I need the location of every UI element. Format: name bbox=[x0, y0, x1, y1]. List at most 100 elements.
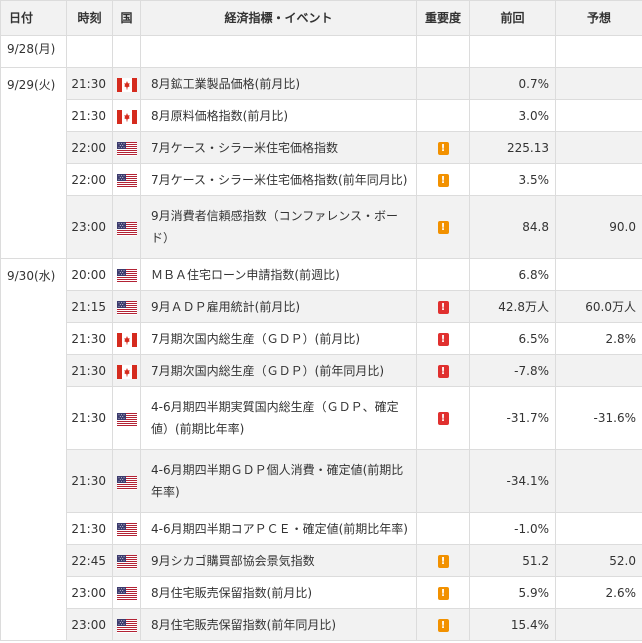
event-cell: 4-6月期四半期ＧＤＰ個人消費・確定値(前期比年率) bbox=[140, 449, 417, 513]
country-cell bbox=[112, 576, 141, 609]
table-row: 9/29(火) 21:30 8月鉱工業製品価格(前月比) 0.7% bbox=[0, 67, 642, 259]
previous-cell: -7.8% bbox=[469, 354, 556, 387]
event-cell: 8月住宅販売保留指数(前月比) bbox=[140, 576, 417, 609]
us-flag-icon bbox=[116, 300, 137, 315]
date-cell: 9/30(水) bbox=[0, 258, 67, 641]
country-cell bbox=[112, 290, 141, 323]
country-cell bbox=[112, 322, 141, 355]
event-cell: ＭＢＡ住宅ローン申請指数(前週比) bbox=[140, 258, 417, 291]
table-row: 21:30 8月原料価格指数(前月比) 3.0% bbox=[1, 99, 642, 132]
country-cell bbox=[112, 354, 141, 387]
country-cell bbox=[112, 99, 141, 132]
importance-medium-icon: ! bbox=[437, 586, 449, 600]
importance-cell: ! bbox=[416, 131, 470, 164]
event-cell: 7月期次国内総生産（ＧＤＰ）(前年同月比) bbox=[140, 354, 417, 387]
event-cell: 7月ケース・シラー米住宅価格指数 bbox=[140, 131, 417, 164]
us-flag-icon bbox=[116, 522, 137, 537]
importance-cell bbox=[416, 512, 470, 545]
us-flag-icon bbox=[116, 554, 137, 569]
economic-calendar-table: 日付 時刻 国 経済指標・イベント 重要度 前回 予想 9/28(月) 9/29… bbox=[0, 0, 642, 641]
country-cell bbox=[112, 131, 141, 164]
us-flag-icon bbox=[116, 618, 137, 633]
header-date: 日付 bbox=[0, 0, 67, 36]
canada-flag-icon bbox=[116, 332, 137, 347]
table-row: 21:30 4-6月期四半期ＧＤＰ個人消費・確定値(前期比年率) -34.1% bbox=[1, 449, 642, 513]
event-cell: 9月シカゴ購買部協会景気指数 bbox=[140, 544, 417, 577]
importance-medium-icon: ! bbox=[437, 554, 449, 568]
time-cell: 21:30 bbox=[66, 67, 113, 100]
country-cell bbox=[112, 608, 141, 641]
date-cell: 9/29(火) bbox=[0, 67, 67, 259]
event-cell: 8月住宅販売保留指数(前年同月比) bbox=[140, 608, 417, 641]
table-row: 22:00 7月ケース・シラー米住宅価格指数(前年同月比) ! 3.5% bbox=[1, 163, 642, 196]
time-cell: 21:15 bbox=[66, 290, 113, 323]
importance-medium-icon: ! bbox=[437, 221, 449, 234]
previous-cell: 6.8% bbox=[469, 258, 556, 291]
time-cell: 20:00 bbox=[66, 258, 113, 291]
country-cell bbox=[112, 386, 141, 450]
importance-cell: ! bbox=[416, 608, 470, 641]
previous-cell: 225.13 bbox=[469, 131, 556, 164]
previous-cell bbox=[469, 35, 556, 68]
forecast-cell: 52.0 bbox=[555, 544, 642, 577]
table-row: 23:00 8月住宅販売保留指数(前年同月比) ! 15.4% bbox=[1, 608, 642, 641]
importance-cell: ! bbox=[416, 354, 470, 387]
previous-cell: 6.5% bbox=[469, 322, 556, 355]
importance-cell: ! bbox=[416, 195, 470, 259]
previous-cell: -34.1% bbox=[469, 449, 556, 513]
forecast-cell: -31.6% bbox=[555, 386, 642, 450]
table-row: 9/30(水) 20:00 ＭＢＡ住宅ローン申請指数(前週比) 6.8% bbox=[0, 258, 642, 641]
time-cell: 23:00 bbox=[66, 576, 113, 609]
previous-cell: 0.7% bbox=[469, 67, 556, 100]
us-flag-icon bbox=[116, 475, 137, 490]
country-cell bbox=[112, 544, 141, 577]
time-cell: 21:30 bbox=[66, 322, 113, 355]
header-event: 経済指標・イベント bbox=[140, 0, 417, 36]
table-row: 23:00 9月消費者信頼感指数（コンファレンス・ボード） ! 84.8 90.… bbox=[1, 195, 642, 259]
previous-cell: 42.8万人 bbox=[469, 290, 556, 323]
date-cell: 9/28(月) bbox=[0, 35, 67, 68]
importance-cell bbox=[416, 99, 470, 132]
us-flag-icon bbox=[116, 586, 137, 601]
event-cell: 8月鉱工業製品価格(前月比) bbox=[140, 67, 417, 100]
forecast-cell bbox=[555, 512, 642, 545]
header-time: 時刻 bbox=[66, 0, 113, 36]
table-row: 21:30 7月期次国内総生産（ＧＤＰ）(前年同月比) ! -7.8% bbox=[1, 354, 642, 387]
canada-flag-icon bbox=[116, 109, 137, 124]
canada-flag-icon bbox=[116, 364, 137, 379]
time-cell: 21:30 bbox=[66, 99, 113, 132]
us-flag-icon bbox=[116, 141, 137, 156]
time-cell: 21:30 bbox=[66, 386, 113, 450]
importance-high-icon: ! bbox=[437, 412, 449, 425]
table-row: 22:00 7月ケース・シラー米住宅価格指数 ! 225.13 bbox=[1, 131, 642, 164]
previous-cell: -31.7% bbox=[469, 386, 556, 450]
event-cell: 4-6月期四半期コアＰＣＥ・確定値(前期比年率) bbox=[140, 512, 417, 545]
table-row: 23:00 8月住宅販売保留指数(前月比) ! 5.9% 2.6% bbox=[1, 576, 642, 609]
table-row: 21:15 9月ＡＤＰ雇用統計(前月比) ! 42.8万人 60.0万人 bbox=[1, 290, 642, 323]
importance-cell: ! bbox=[416, 290, 470, 323]
table-row: 21:30 7月期次国内総生産（ＧＤＰ）(前月比) ! 6.5% 2.8% bbox=[1, 322, 642, 355]
country-cell bbox=[112, 35, 141, 68]
importance-cell: ! bbox=[416, 163, 470, 196]
time-cell: 23:00 bbox=[66, 195, 113, 259]
forecast-cell: 2.6% bbox=[555, 576, 642, 609]
us-flag-icon bbox=[116, 173, 137, 188]
previous-cell: -1.0% bbox=[469, 512, 556, 545]
time-cell: 22:45 bbox=[66, 544, 113, 577]
importance-high-icon: ! bbox=[437, 300, 449, 314]
importance-medium-icon: ! bbox=[437, 173, 449, 187]
importance-medium-icon: ! bbox=[437, 618, 449, 632]
forecast-cell bbox=[555, 354, 642, 387]
forecast-cell: 90.0 bbox=[555, 195, 642, 259]
time-cell bbox=[66, 35, 113, 68]
us-flag-icon bbox=[116, 221, 137, 236]
forecast-cell bbox=[555, 449, 642, 513]
country-cell bbox=[112, 163, 141, 196]
time-cell: 21:30 bbox=[66, 449, 113, 513]
time-cell: 23:00 bbox=[66, 608, 113, 641]
event-cell: 9月消費者信頼感指数（コンファレンス・ボード） bbox=[140, 195, 417, 259]
previous-cell: 5.9% bbox=[469, 576, 556, 609]
forecast-cell: 2.8% bbox=[555, 322, 642, 355]
time-cell: 21:30 bbox=[66, 512, 113, 545]
event-cell: 7月期次国内総生産（ＧＤＰ）(前月比) bbox=[140, 322, 417, 355]
